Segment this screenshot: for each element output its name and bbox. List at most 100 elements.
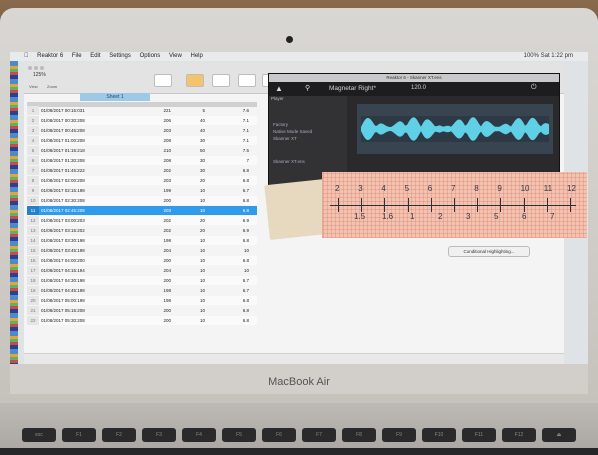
cell-value[interactable]: 6.9 [209,226,249,235]
cell-date[interactable]: 01/08/2017 01:45:222 [41,166,137,175]
cell-value[interactable]: 40 [175,126,205,135]
cell-value[interactable]: 221 [139,106,171,115]
table-row[interactable]: 6 01/08/2017 01:30:208 208 30 7 [27,156,257,165]
cell-value[interactable]: 10 [175,196,205,205]
cell-value[interactable]: 200 [139,276,171,285]
cell-value[interactable]: 208 [139,136,171,145]
table-row[interactable]: 14 01/08/2017 03:30:198 198 10 6.8 [27,236,257,245]
cell-date[interactable]: 01/08/2017 05:00:198 [41,296,137,305]
browser-item[interactable]: Skanner XT [273,136,297,141]
cell-date[interactable]: 01/08/2017 00:15:031 [41,106,137,115]
table-row[interactable]: 4 01/08/2017 01:00:208 208 30 7.1 [27,136,257,145]
bpm-display[interactable]: 120.0 [411,85,426,91]
keyboard-key[interactable]: F6 [262,428,296,442]
waveform-display[interactable] [361,116,549,142]
keyboard-key[interactable]: F9 [382,428,416,442]
row-number[interactable]: 10 [27,196,39,205]
cell-date[interactable]: 01/08/2017 04:15:194 [41,266,137,275]
cell-value[interactable]: 7.1 [209,136,249,145]
cell-value[interactable]: 6.8 [209,236,249,245]
cell-value[interactable]: 204 [139,266,171,275]
menu-item[interactable]: Edit [90,53,100,59]
keyboard-key[interactable]: F3 [142,428,176,442]
cell-value[interactable]: 204 [139,246,171,255]
table-row[interactable]: 1 01/08/2017 00:15:031 221 5 7.6 [27,106,257,115]
cell-value[interactable]: 6.8 [209,206,249,215]
row-number[interactable]: 19 [27,286,39,295]
row-number[interactable]: 8 [27,176,39,185]
cell-date[interactable]: 01/08/2017 02:45:208 [41,206,137,215]
cell-value[interactable]: 6.8 [209,166,249,175]
row-number[interactable]: 13 [27,226,39,235]
cell-value[interactable]: 7.1 [209,126,249,135]
cell-value[interactable]: 198 [139,286,171,295]
keyboard-key[interactable]: F7 [302,428,336,442]
row-number[interactable]: 17 [27,266,39,275]
cell-date[interactable]: 01/08/2017 01:15:218 [41,146,137,155]
cell-value[interactable]: 200 [139,306,171,315]
cell-value[interactable]: 10 [175,246,205,255]
cell-value[interactable]: 7 [209,156,249,165]
cell-date[interactable]: 01/08/2017 04:30:198 [41,276,137,285]
cell-date[interactable]: 01/08/2017 00:45:208 [41,126,137,135]
cell-value[interactable]: 30 [175,166,205,175]
cell-value[interactable]: 20 [175,176,205,185]
row-number[interactable]: 20 [27,296,39,305]
cell-value[interactable]: 30 [175,136,205,145]
insert-button[interactable] [154,74,172,87]
table-row[interactable]: 7 01/08/2017 01:45:222 202 30 6.8 [27,166,257,175]
formula-button[interactable] [186,74,204,87]
cell-value[interactable]: 7.1 [209,116,249,125]
table-row[interactable]: 16 01/08/2017 04:00:200 200 10 6.8 [27,256,257,265]
apple-menu-icon[interactable]:  [24,53,29,59]
sheet-tab[interactable]: Sheet 1 [80,93,150,101]
cell-value[interactable]: 7.6 [209,106,249,115]
cell-value[interactable]: 199 [139,186,171,195]
search-icon[interactable]: ⚲ [305,84,310,92]
minimize-button[interactable] [34,66,38,70]
cell-value[interactable]: 202 [139,226,171,235]
keyboard-key[interactable]: F10 [422,428,456,442]
cell-value[interactable]: 10 [209,246,249,255]
cell-date[interactable]: 01/08/2017 04:00:200 [41,256,137,265]
cell-value[interactable]: 203 [139,206,171,215]
table-row[interactable]: 5 01/08/2017 01:15:218 210 50 7.5 [27,146,257,155]
keyboard-key[interactable]: F12 [502,428,536,442]
cell-date[interactable]: 01/08/2017 00:30:208 [41,116,137,125]
table-row[interactable]: 17 01/08/2017 04:15:194 204 10 10 [27,266,257,275]
cell-value[interactable]: 10 [175,286,205,295]
browser-tab-player[interactable]: Player [271,96,284,101]
cell-value[interactable]: 6.8 [209,316,249,325]
cell-value[interactable]: 6.8 [209,256,249,265]
keyboard-key[interactable]: F8 [342,428,376,442]
cell-date[interactable]: 01/08/2017 03:45:198 [41,246,137,255]
cell-value[interactable]: 202 [139,216,171,225]
cell-value[interactable]: 5 [175,106,205,115]
table-row[interactable]: 2 01/08/2017 00:30:208 206 40 7.1 [27,116,257,125]
cell-value[interactable]: 10 [209,266,249,275]
conditional-highlighting-button[interactable]: Conditional Highlighting... [448,246,530,257]
cell-value[interactable]: 6.8 [209,306,249,315]
table-button[interactable] [212,74,230,87]
keyboard-key[interactable]: F4 [182,428,216,442]
chart-button[interactable] [238,74,256,87]
cell-value[interactable]: 10 [175,206,205,215]
row-number[interactable]: 14 [27,236,39,245]
menu-item[interactable]: Options [140,53,161,59]
cell-value[interactable]: 50 [175,146,205,155]
browser-item[interactable]: Factory [273,122,288,127]
cell-value[interactable]: 10 [175,186,205,195]
cell-date[interactable]: 01/08/2017 03:15:202 [41,226,137,235]
cell-value[interactable]: 203 [139,176,171,185]
table-row[interactable]: 22 01/08/2017 05:30:208 200 10 6.8 [27,316,257,325]
table-row[interactable]: 21 01/08/2017 05:15:208 200 10 6.8 [27,306,257,315]
row-number[interactable]: 3 [27,126,39,135]
cell-value[interactable]: 20 [175,226,205,235]
cell-value[interactable]: 210 [139,146,171,155]
cell-date[interactable]: 01/08/2017 03:00:203 [41,216,137,225]
cell-value[interactable]: 202 [139,166,171,175]
close-button[interactable] [28,66,32,70]
row-number[interactable]: 22 [27,316,39,325]
cell-value[interactable]: 198 [139,236,171,245]
cell-value[interactable]: 10 [175,276,205,285]
